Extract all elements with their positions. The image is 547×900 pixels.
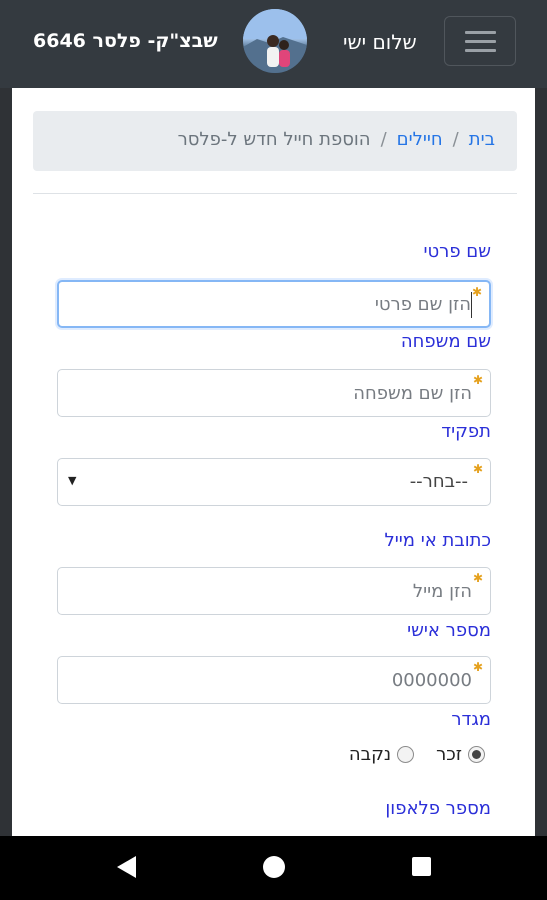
- gender-label: מגדר: [451, 709, 491, 730]
- email-field: ✱: [57, 567, 491, 615]
- breadcrumb-home[interactable]: בית: [469, 129, 495, 150]
- hamburger-icon: [465, 31, 496, 34]
- personal-number-label: מספר אישי: [407, 620, 491, 641]
- required-icon: ✱: [472, 373, 483, 387]
- home-icon[interactable]: [263, 856, 285, 878]
- gender-female-option[interactable]: נקבה: [349, 744, 420, 765]
- main-content: בית / חיילים / הוספת חייל חדש ל-פלסר שם פרטי…: [12, 88, 535, 836]
- email-label: כתובת אי מייל: [384, 530, 492, 551]
- last-name-field: ✱: [57, 369, 491, 417]
- personal-number-field: ✱: [57, 656, 491, 704]
- email-input[interactable]: [58, 568, 490, 614]
- role-selected-value: --בחר--: [409, 471, 468, 492]
- top-navbar: שבצ"ק- פלסר 6646 שלום ישי: [0, 0, 547, 88]
- personal-number-input[interactable]: [58, 657, 490, 703]
- breadcrumb-separator: /: [380, 129, 387, 150]
- hamburger-icon: [465, 40, 496, 43]
- required-icon: ✱: [472, 571, 483, 585]
- breadcrumb-soldiers[interactable]: חיילים: [397, 129, 443, 150]
- recents-icon[interactable]: [412, 857, 431, 876]
- breadcrumb: בית / חיילים / הוספת חייל חדש ל-פלסר: [33, 111, 517, 171]
- unit-title: שבצ"ק- פלסר 6646: [33, 30, 218, 52]
- last-name-input[interactable]: [58, 370, 490, 416]
- gender-radio-group: זכר נקבה: [333, 744, 491, 765]
- gender-male-label: זכר: [436, 744, 462, 765]
- gender-male-radio[interactable]: [468, 746, 485, 763]
- first-name-label: שם פרטי: [423, 241, 491, 262]
- last-name-label: שם משפחה: [400, 331, 491, 352]
- role-select[interactable]: --בחר-- ▼ ✱: [57, 458, 491, 506]
- avatar-photo-icon: [243, 9, 307, 73]
- dropdown-arrow-icon: ▼: [68, 474, 77, 487]
- first-name-input[interactable]: [59, 282, 489, 326]
- back-icon[interactable]: [117, 856, 136, 878]
- role-label: תפקיד: [441, 421, 491, 442]
- required-icon: ✱: [472, 462, 483, 476]
- phone-label: מספר פלאפון: [385, 798, 491, 819]
- gender-female-radio[interactable]: [397, 746, 415, 763]
- divider: [33, 193, 517, 194]
- breadcrumb-separator: /: [452, 129, 459, 150]
- required-icon: ✱: [471, 285, 482, 299]
- required-icon: ✱: [472, 660, 483, 674]
- gender-male-option[interactable]: זכר: [436, 744, 491, 765]
- avatar[interactable]: [243, 9, 307, 73]
- hamburger-icon: [465, 49, 496, 52]
- greeting: שלום ישי: [343, 30, 417, 54]
- system-nav-bar: [0, 836, 547, 900]
- menu-toggle-button[interactable]: [444, 16, 516, 66]
- first-name-field: ✱: [57, 280, 491, 328]
- gender-female-label: נקבה: [348, 744, 392, 765]
- breadcrumb-current: הוספת חייל חדש ל-פלסר: [177, 129, 371, 150]
